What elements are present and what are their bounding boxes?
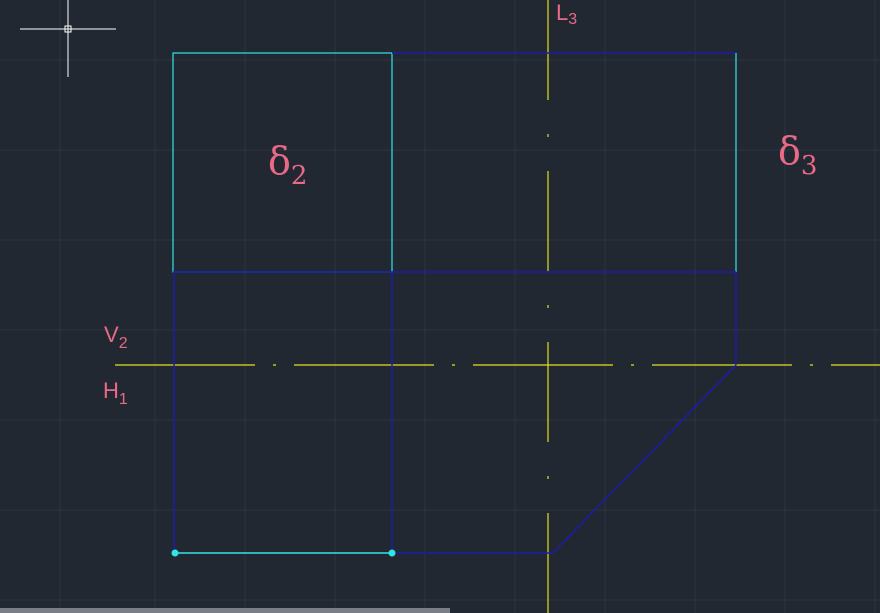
label-delta2: δ2 [268, 139, 307, 191]
label-h1: H1 [103, 378, 128, 408]
label-l3: L3 [556, 0, 577, 28]
grip-point-left[interactable] [171, 549, 179, 557]
label-delta3: δ3 [778, 129, 817, 181]
crosshair-cursor-icon [20, 0, 116, 77]
cad-drawing-canvas[interactable]: L3 V2 H1 δ2 δ3 [0, 0, 880, 613]
diagonal-line[interactable] [552, 364, 737, 554]
grip-point-right[interactable] [388, 549, 396, 557]
label-v2: V2 [104, 322, 128, 352]
horizontal-scrollbar[interactable] [0, 608, 450, 613]
background-grid [0, 0, 880, 613]
